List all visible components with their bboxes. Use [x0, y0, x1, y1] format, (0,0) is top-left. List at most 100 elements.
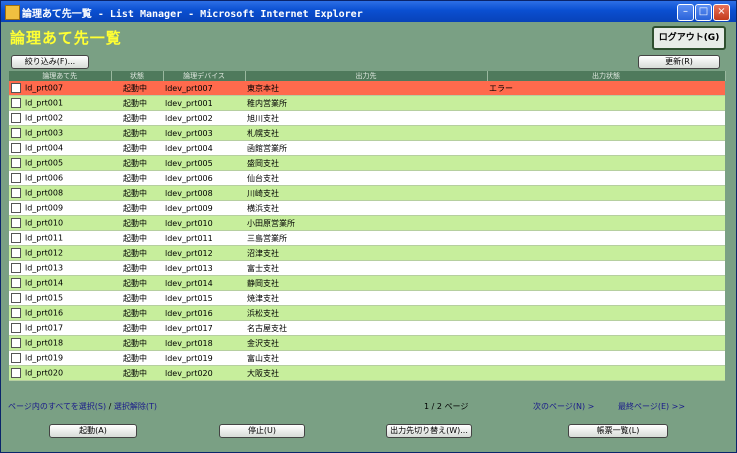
- cell-name: ld_prt014: [9, 275, 111, 291]
- cell-text: ldev_prt020: [165, 368, 213, 378]
- refresh-button[interactable]: 更新(R): [638, 55, 720, 69]
- cell-text: 起動中: [123, 83, 147, 93]
- table-row[interactable]: ld_prt006 起動中 ldev_prt006 仙台支社: [9, 170, 725, 186]
- table-row[interactable]: ld_prt012 起動中 ldev_prt012 沼津支社: [9, 245, 725, 261]
- logout-button[interactable]: ログアウト(G): [652, 26, 726, 50]
- cell-text: エラー: [489, 83, 513, 93]
- table-row[interactable]: ld_prt016 起動中 ldev_prt016 浜松支社: [9, 305, 725, 321]
- row-checkbox[interactable]: [11, 293, 21, 303]
- cell-device: ldev_prt007: [163, 81, 245, 96]
- cell-text: ld_prt018: [25, 338, 64, 348]
- row-checkbox[interactable]: [11, 233, 21, 243]
- table-row[interactable]: ld_prt017 起動中 ldev_prt017 名古屋支社: [9, 320, 725, 336]
- table-row[interactable]: ld_prt005 起動中 ldev_prt005 盛岡支社: [9, 155, 725, 171]
- row-checkbox[interactable]: [11, 323, 21, 333]
- switch-destination-button[interactable]: 出力先切り替え(W)...: [386, 424, 472, 438]
- cell-name: ld_prt002: [9, 110, 111, 126]
- table-row[interactable]: ld_prt019 起動中 ldev_prt019 富山支社: [9, 350, 725, 366]
- cell-dest: 盛岡支社: [245, 155, 487, 171]
- table-row[interactable]: ld_prt008 起動中 ldev_prt008 川崎支社: [9, 185, 725, 201]
- select-all-link[interactable]: ページ内のすべてを選択(S): [8, 402, 106, 411]
- column-header-name[interactable]: 論理あて先: [9, 71, 112, 81]
- column-header-output-state[interactable]: 出力状態: [487, 71, 726, 81]
- table-row[interactable]: ld_prt004 起動中 ldev_prt004 函館営業所: [9, 140, 725, 156]
- column-header-device[interactable]: 論理デバイス: [163, 71, 246, 81]
- cell-name: ld_prt011: [9, 230, 111, 246]
- cell-state: 起動中: [111, 81, 163, 96]
- cell-text: ldev_prt004: [165, 143, 213, 153]
- cell-state: 起動中: [111, 350, 163, 366]
- last-page-link[interactable]: 最終ページ(E) >>: [618, 401, 685, 412]
- filter-button[interactable]: 絞り込み(F)...: [11, 55, 89, 69]
- table-row[interactable]: ld_prt011 起動中 ldev_prt011 三島営業所: [9, 230, 725, 246]
- cell-out_state: [487, 95, 725, 111]
- cell-text: 起動中: [123, 113, 147, 123]
- next-page-link[interactable]: 次のページ(N) >: [533, 401, 594, 412]
- row-checkbox[interactable]: [11, 218, 21, 228]
- cell-device: ldev_prt014: [163, 275, 245, 291]
- cell-text: ldev_prt013: [165, 263, 213, 273]
- table-row[interactable]: ld_prt015 起動中 ldev_prt015 焼津支社: [9, 290, 725, 306]
- forms-list-button[interactable]: 帳票一覧(L): [568, 424, 668, 438]
- row-checkbox[interactable]: [11, 83, 21, 93]
- column-header-state[interactable]: 状態: [111, 71, 164, 81]
- table-row[interactable]: ld_prt020 起動中 ldev_prt020 大阪支社: [9, 365, 725, 381]
- cell-text: ldev_prt002: [165, 113, 213, 123]
- minimize-icon[interactable]: –: [677, 4, 694, 21]
- deselect-link[interactable]: 選択解除(T): [114, 402, 157, 411]
- row-checkbox[interactable]: [11, 173, 21, 183]
- table-row[interactable]: ld_prt003 起動中 ldev_prt003 札幌支社: [9, 125, 725, 141]
- cell-text: ldev_prt014: [165, 278, 213, 288]
- cell-state: 起動中: [111, 260, 163, 276]
- row-checkbox[interactable]: [11, 158, 21, 168]
- cell-name: ld_prt015: [9, 290, 111, 306]
- row-checkbox[interactable]: [11, 188, 21, 198]
- cell-name: ld_prt007: [9, 81, 111, 96]
- cell-text: ldev_prt010: [165, 218, 213, 228]
- table-row[interactable]: ld_prt009 起動中 ldev_prt009 横浜支社: [9, 200, 725, 216]
- cell-out_state: [487, 215, 725, 231]
- separator: /: [108, 402, 112, 411]
- cell-text: 起動中: [123, 338, 147, 348]
- row-checkbox[interactable]: [11, 203, 21, 213]
- table-row[interactable]: ld_prt001 起動中 ldev_prt001 稚内営業所: [9, 95, 725, 111]
- cell-name: ld_prt020: [9, 365, 111, 381]
- cell-state: 起動中: [111, 200, 163, 216]
- table-row[interactable]: ld_prt010 起動中 ldev_prt010 小田原営業所: [9, 215, 725, 231]
- page-info: 1 / 2 ページ: [424, 402, 469, 411]
- cell-dest: 仙台支社: [245, 170, 487, 186]
- row-checkbox[interactable]: [11, 143, 21, 153]
- row-checkbox[interactable]: [11, 263, 21, 273]
- cell-state: 起動中: [111, 305, 163, 321]
- cell-text: ldev_prt019: [165, 353, 213, 363]
- cell-text: ld_prt003: [25, 128, 64, 138]
- stop-button[interactable]: 停止(U): [219, 424, 305, 438]
- cell-state: 起動中: [111, 170, 163, 186]
- row-checkbox[interactable]: [11, 98, 21, 108]
- row-checkbox[interactable]: [11, 338, 21, 348]
- row-checkbox[interactable]: [11, 353, 21, 363]
- cell-dest: 沼津支社: [245, 245, 487, 261]
- table-row[interactable]: ld_prt014 起動中 ldev_prt014 静岡支社: [9, 275, 725, 291]
- row-checkbox[interactable]: [11, 248, 21, 258]
- table-row[interactable]: ld_prt013 起動中 ldev_prt013 富士支社: [9, 260, 725, 276]
- row-checkbox[interactable]: [11, 368, 21, 378]
- page-title: 論理あて先一覧: [10, 29, 122, 47]
- row-checkbox[interactable]: [11, 113, 21, 123]
- cell-text: 盛岡支社: [247, 158, 279, 168]
- cell-text: ldev_prt005: [165, 158, 213, 168]
- table-row[interactable]: ld_prt007 起動中 ldev_prt007 東京本社 エラー: [9, 81, 725, 96]
- maximize-icon[interactable]: □: [695, 4, 712, 21]
- close-icon[interactable]: ×: [713, 4, 730, 21]
- table-row[interactable]: ld_prt002 起動中 ldev_prt002 旭川支社: [9, 110, 725, 126]
- column-header-destination[interactable]: 出力先: [245, 71, 488, 81]
- start-button[interactable]: 起動(A): [49, 424, 137, 438]
- cell-out_state: [487, 290, 725, 306]
- table-row[interactable]: ld_prt018 起動中 ldev_prt018 金沢支社: [9, 335, 725, 351]
- cell-text: 起動中: [123, 353, 147, 363]
- row-checkbox[interactable]: [11, 128, 21, 138]
- row-checkbox[interactable]: [11, 278, 21, 288]
- cell-text: ld_prt020: [25, 368, 64, 378]
- cell-text: ld_prt005: [25, 158, 64, 168]
- row-checkbox[interactable]: [11, 308, 21, 318]
